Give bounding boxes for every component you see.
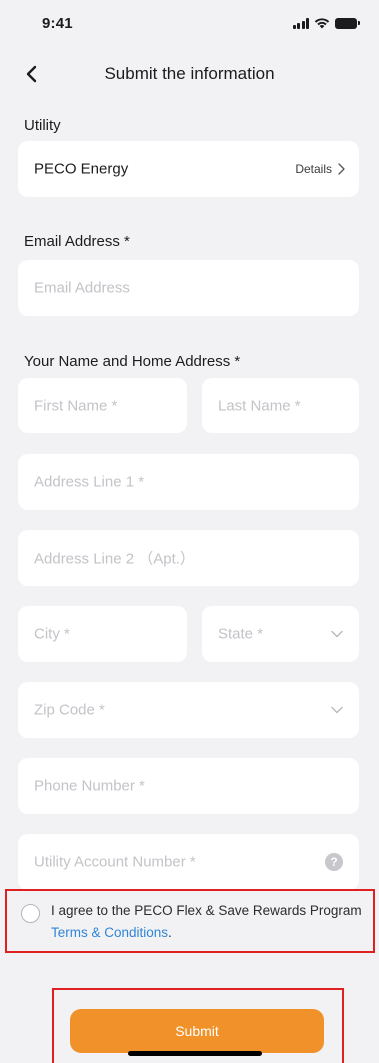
page-title: Submit the information	[104, 64, 275, 83]
utility-account-number-placeholder: Utility Account Number *	[34, 853, 196, 871]
utility-name: PECO Energy	[34, 160, 129, 178]
status-icons	[292, 17, 360, 29]
wifi-icon	[314, 18, 330, 29]
submit-button[interactable]: Submit	[70, 1009, 324, 1053]
terms-link[interactable]: Terms & Conditions	[51, 925, 168, 940]
status-bar: 9:41	[0, 0, 379, 44]
address-line2-placeholder: Address Line 2 （Apt.）	[34, 550, 195, 568]
last-name-placeholder: Last Name *	[218, 397, 301, 414]
address-line2-field[interactable]: Address Line 2 （Apt.）	[18, 530, 359, 586]
agreement-suffix: .	[168, 925, 172, 940]
zip-code-select[interactable]: Zip Code *	[18, 682, 359, 738]
city-field[interactable]: City *	[18, 606, 187, 662]
chevron-down-icon	[331, 706, 343, 714]
address-line1-placeholder: Address Line 1 *	[34, 473, 145, 491]
agreement-prefix: I agree to the PECO Flex & Save Rewards …	[51, 903, 362, 918]
details-label: Details	[295, 162, 332, 176]
chevron-down-icon	[331, 630, 343, 638]
nav-bar: Submit the information	[0, 52, 379, 96]
zip-code-placeholder: Zip Code *	[34, 701, 105, 719]
agreement-highlight: I agree to the PECO Flex & Save Rewards …	[5, 889, 375, 953]
phone-number-placeholder: Phone Number *	[34, 777, 145, 795]
utility-section-label: Utility	[24, 117, 61, 134]
battery-icon	[335, 17, 360, 29]
first-name-field[interactable]: First Name *	[18, 378, 187, 433]
city-placeholder: City *	[34, 625, 70, 643]
home-indicator	[128, 1051, 262, 1056]
phone-number-field[interactable]: Phone Number *	[18, 758, 359, 814]
first-name-placeholder: First Name *	[34, 397, 118, 414]
address-section-label: Your Name and Home Address *	[24, 353, 241, 370]
signal-icon	[292, 17, 309, 29]
last-name-field[interactable]: Last Name *	[202, 378, 359, 433]
agreement-text: I agree to the PECO Flex & Save Rewards …	[51, 900, 363, 944]
address-line1-field[interactable]: Address Line 1 *	[18, 454, 359, 510]
state-select[interactable]: State *	[202, 606, 359, 662]
utility-card[interactable]: PECO Energy Details	[18, 141, 359, 197]
state-placeholder: State *	[218, 625, 264, 643]
agree-radio[interactable]	[21, 904, 40, 923]
email-placeholder: Email Address	[34, 279, 130, 297]
chevron-right-icon	[338, 163, 345, 175]
email-section-label: Email Address *	[24, 233, 130, 250]
details-link[interactable]: Details	[295, 162, 345, 176]
help-icon[interactable]: ?	[325, 853, 343, 871]
utility-account-number-field[interactable]: Utility Account Number * ?	[18, 834, 359, 890]
status-time: 9:41	[42, 15, 73, 32]
email-field[interactable]: Email Address	[18, 260, 359, 316]
